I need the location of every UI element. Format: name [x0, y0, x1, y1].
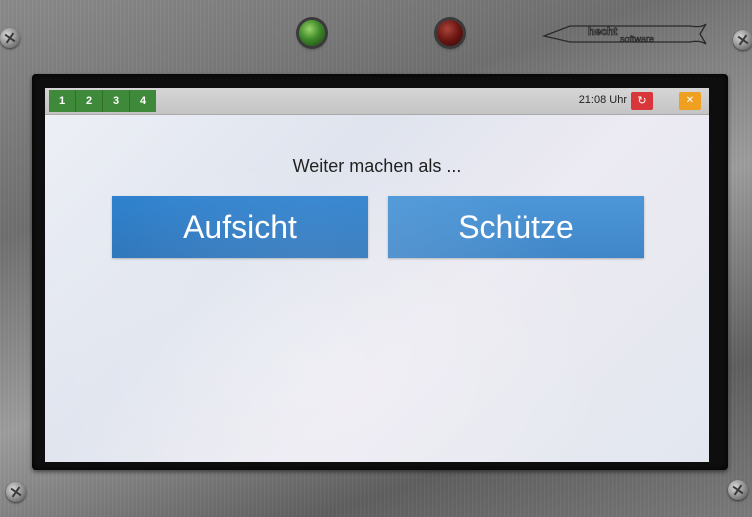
continue-as-prompt: Weiter machen als ... [292, 156, 462, 176]
screw-top-right [733, 30, 752, 50]
refresh-button[interactable]: ↻ [631, 92, 653, 110]
screw-bottom-left [6, 482, 26, 502]
touch-screen: 1 2 3 4 21:08 Uhr ↻ ✕ Weiter machen als … [45, 88, 709, 462]
refresh-icon: ↻ [637, 94, 647, 107]
close-button[interactable]: ✕ [679, 92, 701, 110]
clock-display: 21:08 Uhr [578, 94, 627, 106]
screw-bottom-right [728, 480, 748, 500]
screen-glare [45, 88, 709, 462]
screw-top-left [0, 28, 20, 48]
close-icon: ✕ [685, 95, 695, 106]
device-housing: hecht software 1 2 3 4 21:08 Uhr ↻ ✕ Wei… [0, 0, 752, 517]
hecht-software-logo: hecht software [541, 23, 707, 45]
lane-tabs: 1 2 3 4 [49, 90, 156, 112]
svg-text:hecht: hecht [588, 26, 618, 38]
tab-4[interactable]: 4 [130, 90, 156, 112]
svg-text:software: software [620, 34, 654, 44]
tab-3[interactable]: 3 [103, 90, 130, 112]
tab-1[interactable]: 1 [49, 90, 76, 112]
aufsicht-button[interactable]: Aufsicht [112, 196, 368, 258]
tab-2[interactable]: 2 [76, 90, 103, 112]
schuetze-button[interactable]: Schütze [388, 196, 644, 258]
top-bar: 1 2 3 4 21:08 Uhr ↻ ✕ [45, 88, 709, 115]
green-status-led [299, 20, 325, 46]
red-status-led [437, 20, 463, 46]
